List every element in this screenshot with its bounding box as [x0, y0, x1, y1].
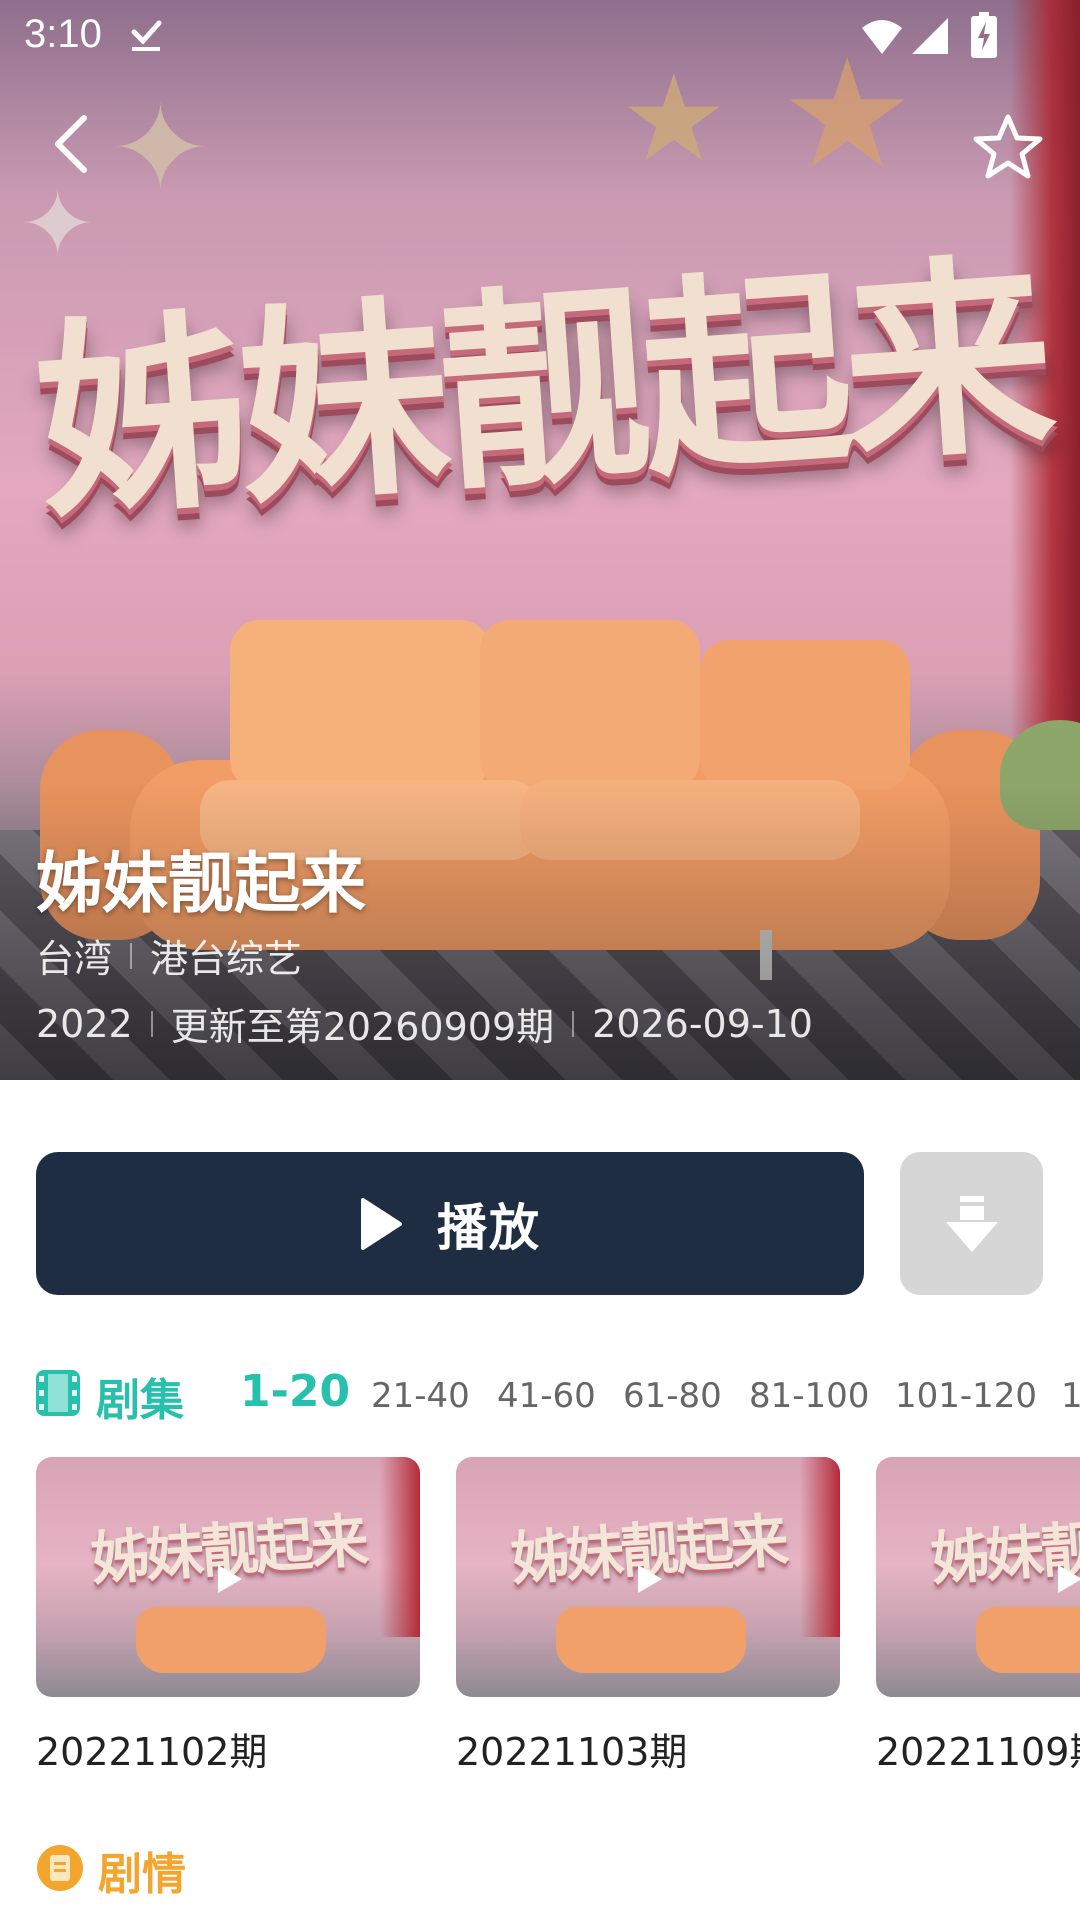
play-button-label: 播放	[437, 1198, 541, 1257]
show-year: 2022	[36, 1001, 133, 1046]
star-decoration: ✦	[110, 80, 211, 219]
meta-region-row: 台湾 港台综艺	[36, 928, 302, 983]
range-tab-41-60[interactable]: 41-60	[497, 1376, 596, 1416]
download-done-icon	[131, 20, 162, 51]
play-button[interactable]: 播放	[36, 1152, 864, 1295]
episode-thumbnail[interactable]: 姊妹靓起来	[876, 1457, 1080, 1697]
play-icon	[1058, 1565, 1080, 1593]
episode-card[interactable]: 姊妹靓起来 20221103期	[456, 1457, 840, 1776]
range-tab-1-20[interactable]: 1-20	[240, 1366, 350, 1417]
show-date: 2026-09-10	[592, 1001, 813, 1046]
show-logo: 姊妹靓起来	[28, 231, 1054, 548]
range-tab-101-120[interactable]: 101-120	[895, 1376, 1037, 1416]
meta-separator	[150, 1010, 153, 1037]
episode-card[interactable]: 姊妹靓起来 20221109期	[876, 1457, 1080, 1776]
status-time: 3:10	[24, 12, 102, 56]
star-decoration: ★	[620, 50, 728, 189]
episode-label: 20221103期	[456, 1730, 688, 1774]
document-icon	[37, 1845, 83, 1891]
episode-thumbnail[interactable]: 姊妹靓起来	[456, 1457, 840, 1697]
back-button[interactable]	[46, 112, 98, 176]
play-icon	[638, 1565, 662, 1593]
episode-label: 20221109期	[876, 1730, 1080, 1774]
wifi-icon	[862, 20, 902, 54]
plot-header: 剧情	[36, 1836, 436, 1900]
show-region: 台湾	[36, 937, 113, 981]
status-bar: 3:10	[0, 0, 1080, 72]
download-icon	[945, 1195, 998, 1252]
download-button[interactable]	[900, 1152, 1043, 1295]
detail-page: ✦ ★ ★ ✦ 姊妹靓起来 3:10 姊妹靓起来 台湾 港台综艺 2022 更新…	[0, 0, 1080, 1920]
show-update-status: 更新至第20260909期	[170, 1005, 555, 1049]
episodes-header: 剧集 1-20 21-40 41-60 61-80 81-100 101-120…	[36, 1362, 1080, 1426]
episode-label: 20221102期	[36, 1730, 268, 1774]
favorite-button[interactable]	[972, 112, 1044, 180]
sofa-illustration	[976, 1607, 1080, 1673]
range-tab-21-40[interactable]: 21-40	[371, 1376, 470, 1416]
episode-card[interactable]: 姊妹靓起来 20221102期	[36, 1457, 420, 1776]
episodes-title: 剧集	[96, 1375, 184, 1426]
plot-title: 剧情	[98, 1849, 186, 1900]
range-tab-61-80[interactable]: 61-80	[623, 1376, 722, 1416]
hero-banner: ✦ ★ ★ ✦ 姊妹靓起来 3:10 姊妹靓起来 台湾 港台综艺 2022 更新…	[0, 0, 1080, 1080]
battery-charging-icon	[971, 12, 997, 58]
episode-thumbnail[interactable]: 姊妹靓起来	[36, 1457, 420, 1697]
play-icon	[361, 1197, 402, 1250]
sofa-illustration	[136, 1607, 326, 1673]
meta-info-row: 2022 更新至第20260909期 2026-09-10	[36, 996, 813, 1051]
meta-separator	[572, 1010, 575, 1037]
sofa-illustration	[556, 1607, 746, 1673]
show-title: 姊妹靓起来	[36, 845, 366, 922]
signal-icon	[912, 18, 948, 54]
meta-separator	[130, 942, 133, 969]
show-category: 港台综艺	[150, 937, 303, 981]
range-tab-81-100[interactable]: 81-100	[749, 1376, 869, 1416]
play-icon	[218, 1565, 242, 1593]
film-icon	[36, 1370, 80, 1416]
range-tab-next[interactable]: 1	[1061, 1376, 1080, 1416]
